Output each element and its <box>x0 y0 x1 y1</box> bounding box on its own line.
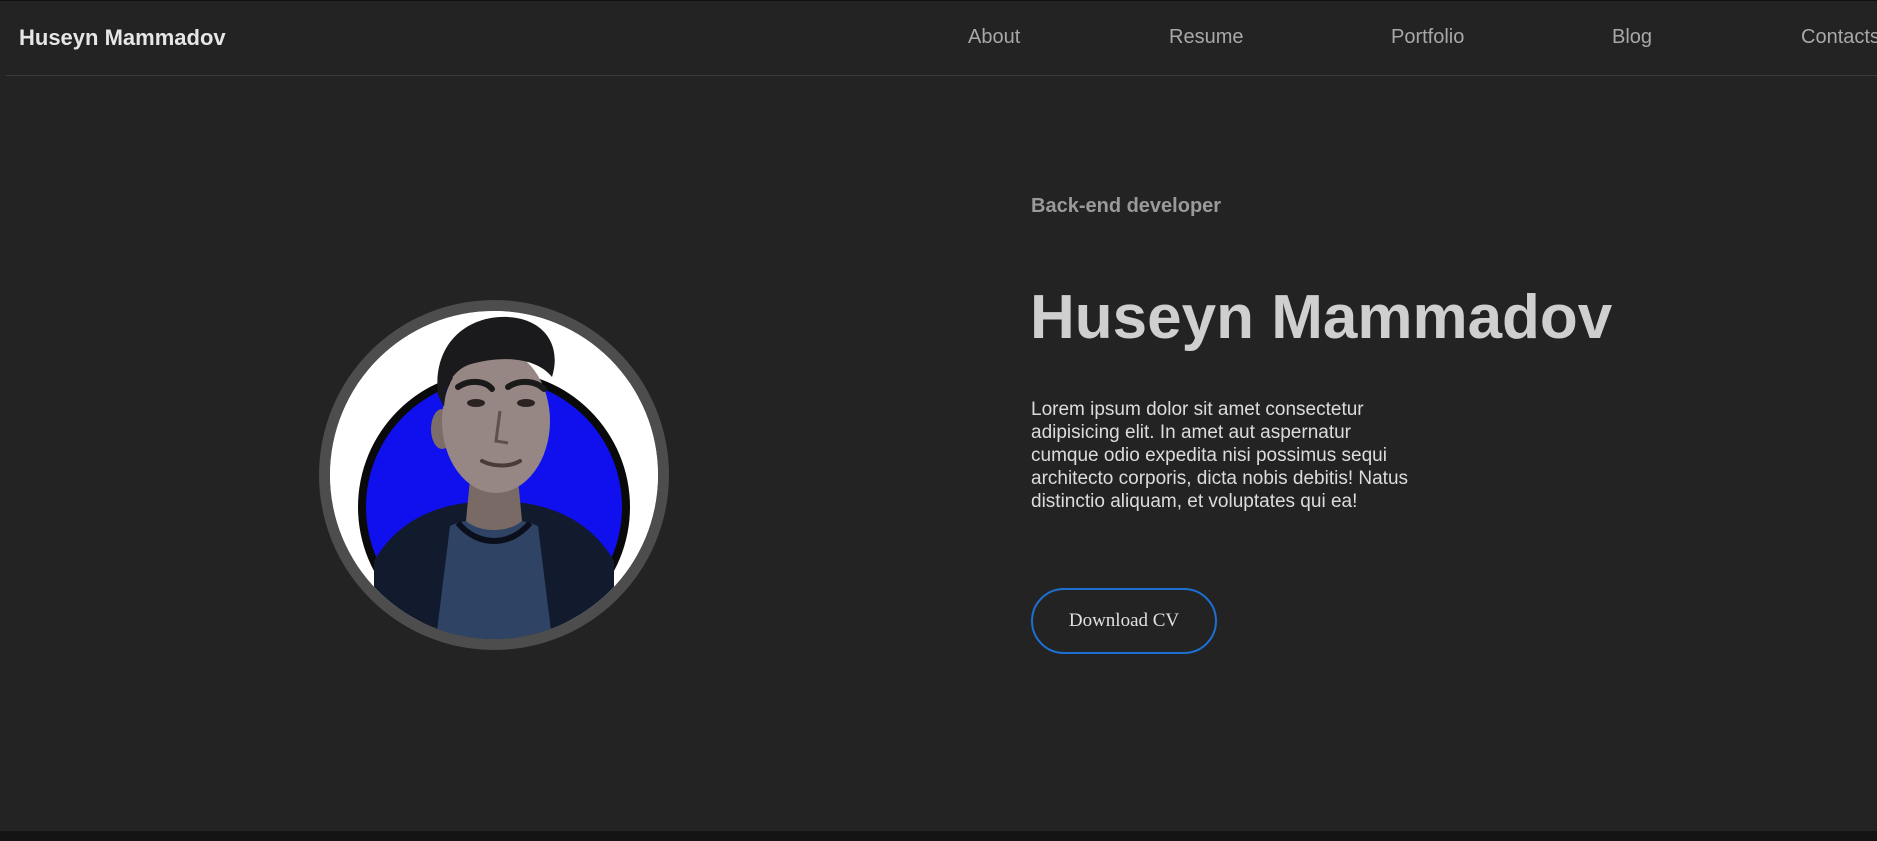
download-cv-button[interactable]: Download CV <box>1031 588 1217 654</box>
profile-photo-illustration <box>330 311 658 639</box>
bio-text: Lorem ipsum dolor sit amet consectetur a… <box>1031 399 1409 512</box>
nav-contacts-link[interactable]: Contacts <box>1801 26 1877 49</box>
footer-strip <box>0 831 1877 841</box>
site-header: Huseyn Mammadov About Resume Portfolio B… <box>6 1 1877 76</box>
job-title: Back-end developer <box>1031 195 1222 217</box>
page: Huseyn Mammadov About Resume Portfolio B… <box>0 0 1877 841</box>
profile-photo-frame <box>319 300 669 650</box>
nav-portfolio-link[interactable]: Portfolio <box>1391 26 1464 49</box>
nav-resume-link[interactable]: Resume <box>1169 26 1243 49</box>
profile-photo <box>330 311 658 639</box>
hero-name-heading: Huseyn Mammadov <box>1030 283 1613 352</box>
nav-about-link[interactable]: About <box>968 26 1020 49</box>
brand-logo-link[interactable]: Huseyn Mammadov <box>19 25 226 51</box>
nav-blog-link[interactable]: Blog <box>1612 26 1652 49</box>
